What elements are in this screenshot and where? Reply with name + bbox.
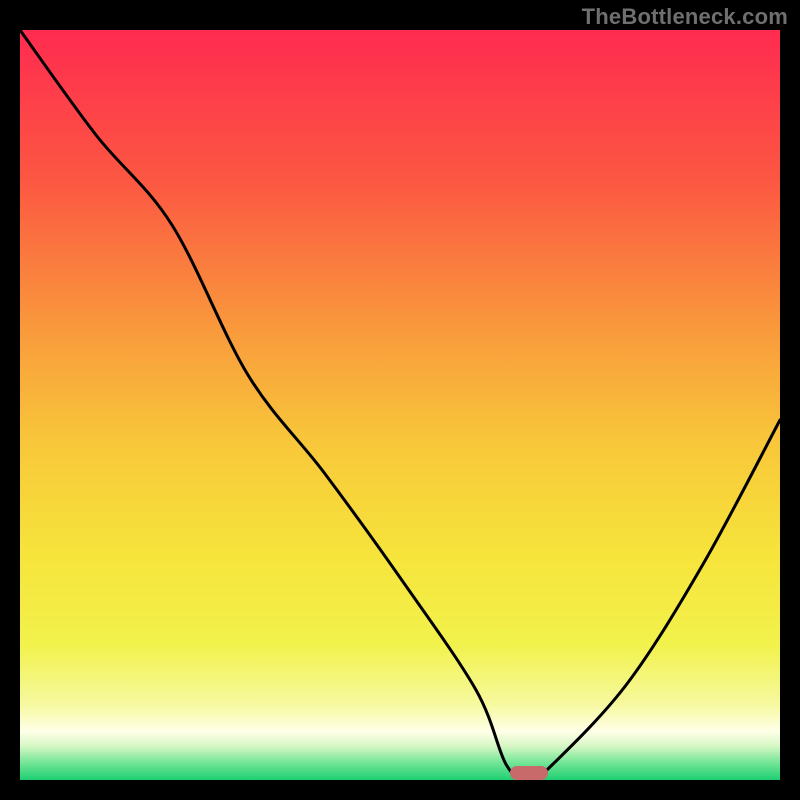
optimal-marker	[510, 766, 548, 780]
bottleneck-curve	[20, 30, 780, 780]
plot-area	[20, 30, 780, 780]
chart-frame: TheBottleneck.com	[0, 0, 800, 800]
watermark-text: TheBottleneck.com	[582, 4, 788, 30]
